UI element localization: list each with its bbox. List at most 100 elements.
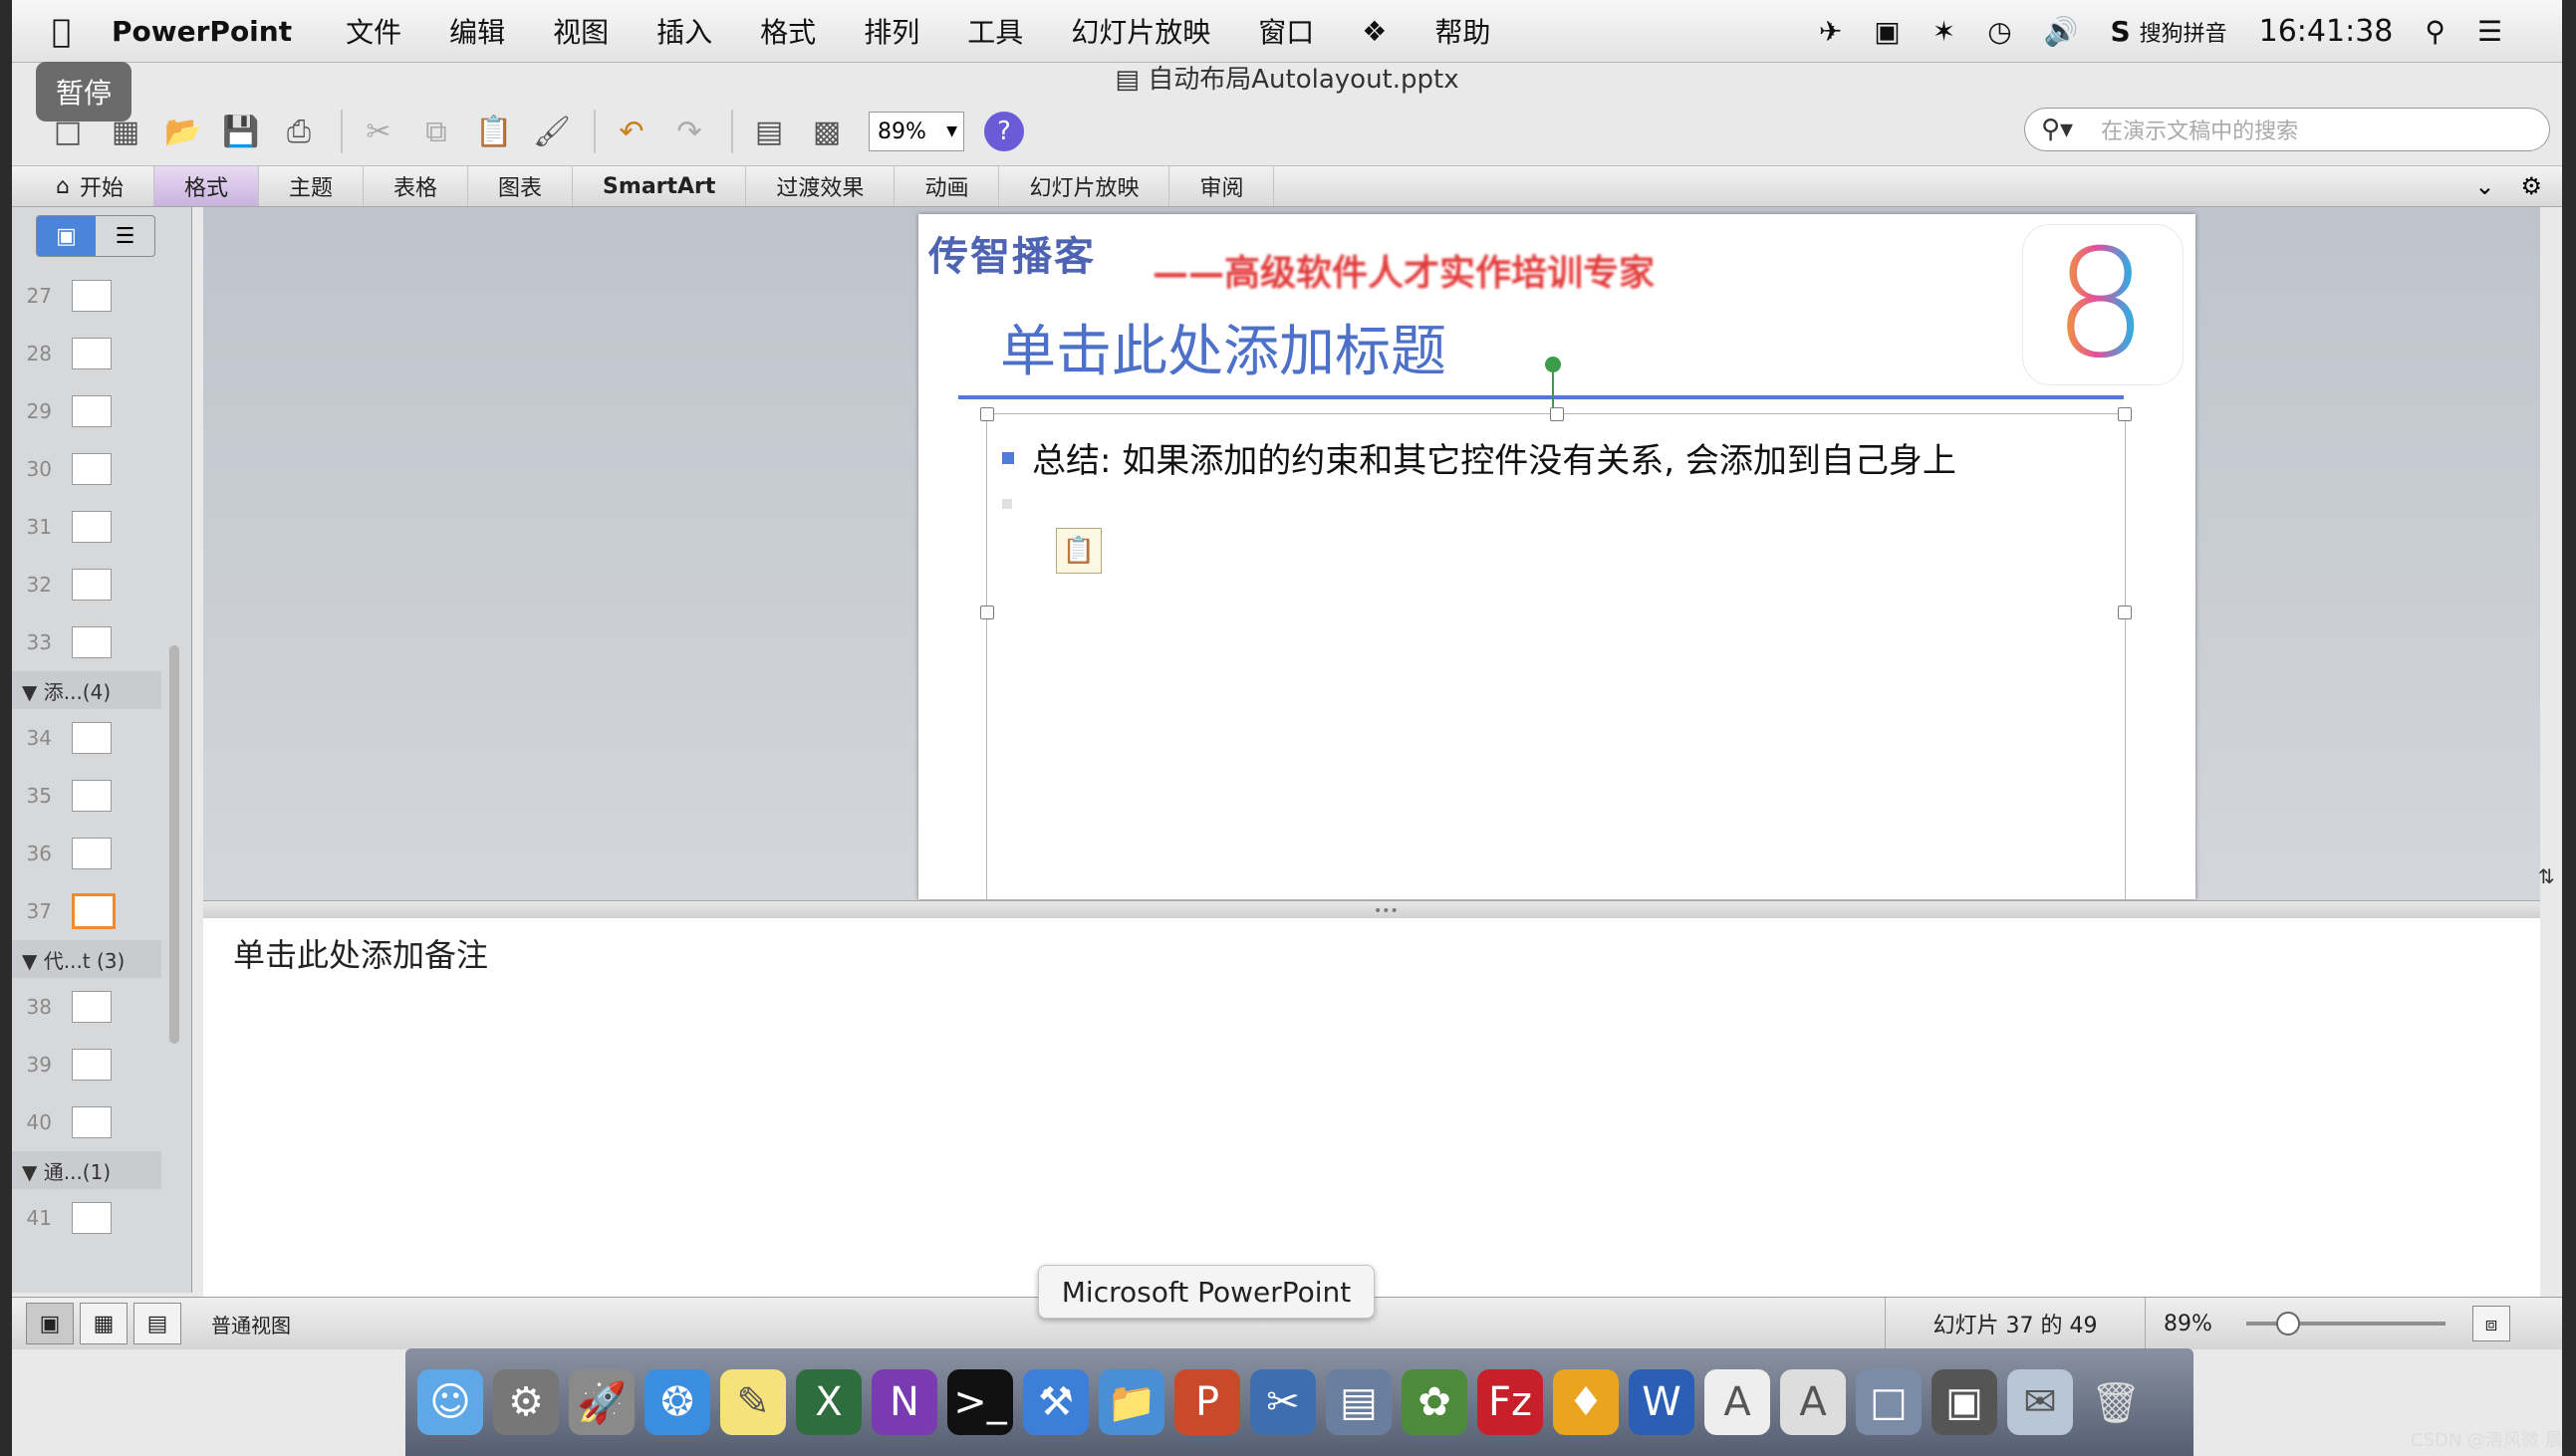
- collapse-ribbon-icon[interactable]: ⌄: [2474, 172, 2494, 200]
- tab-tables[interactable]: 表格: [364, 166, 469, 206]
- section-header[interactable]: ▼ 通...(1): [12, 1151, 161, 1189]
- slides-view-icon[interactable]: ▣: [37, 216, 96, 256]
- gallery-icon[interactable]: ▦: [100, 106, 151, 157]
- mail-icon[interactable]: ✉: [2007, 1369, 2073, 1435]
- slide-thumbnail[interactable]: [72, 780, 112, 812]
- terminal-icon[interactable]: >_: [947, 1369, 1013, 1435]
- spotlight-icon[interactable]: ⚲: [2425, 15, 2446, 48]
- screen-icon[interactable]: ▣: [1932, 1369, 1997, 1435]
- notes-pane[interactable]: 单击此处添加备注: [203, 918, 2540, 1297]
- slide-thumbnail-row[interactable]: 27: [12, 267, 161, 325]
- preview-icon[interactable]: □: [1856, 1369, 1922, 1435]
- open-icon[interactable]: 📂: [157, 106, 209, 157]
- slide-thumbnail-row[interactable]: 28: [12, 325, 161, 382]
- slide-thumbnail[interactable]: [72, 453, 112, 485]
- tab-smartart[interactable]: SmartArt: [573, 166, 747, 206]
- clock[interactable]: 16:41:38: [2259, 14, 2394, 49]
- scissors-app-icon[interactable]: ✂: [1250, 1369, 1316, 1435]
- menu-tools[interactable]: 工具: [967, 11, 1023, 51]
- menu-help[interactable]: 帮助: [1434, 11, 1490, 51]
- resize-handle-mr[interactable]: [2118, 606, 2132, 619]
- outline-view-icon[interactable]: ☰: [96, 216, 154, 256]
- bluetooth-icon[interactable]: ✶: [1932, 15, 1955, 48]
- menu-slideshow[interactable]: 幻灯片放映: [1071, 11, 1210, 51]
- gear-icon[interactable]: ⚙: [2520, 172, 2542, 200]
- menu-format[interactable]: 格式: [760, 11, 816, 51]
- slide-thumbnail[interactable]: [72, 991, 112, 1023]
- slide-thumbnail[interactable]: [72, 626, 112, 658]
- slide-thumbnail[interactable]: [72, 893, 116, 929]
- content-placeholder[interactable]: [980, 407, 2132, 913]
- notification-list-icon[interactable]: ☰: [2477, 15, 2502, 48]
- resize-handle-tr[interactable]: [2118, 407, 2132, 421]
- camera-icon[interactable]: ▣: [1874, 15, 1900, 48]
- slide-thumbnail[interactable]: [72, 722, 112, 754]
- slide-thumbnail[interactable]: [72, 280, 112, 312]
- volume-icon[interactable]: 🔊: [2044, 15, 2079, 48]
- tab-home[interactable]: ⌂ 开始: [12, 166, 154, 206]
- bullet-item[interactable]: 总结: 如果添加的约束和其它控件没有关系, 会添加到自己身上: [1002, 433, 1956, 482]
- slide-thumbnail-row[interactable]: 37: [12, 882, 161, 940]
- tab-themes[interactable]: 主题: [259, 166, 365, 206]
- search-field[interactable]: ⚲▾ 在演示文稿中的搜索: [2024, 108, 2550, 151]
- panel-scroll-thumb[interactable]: [169, 645, 179, 1044]
- trash-icon[interactable]: 🗑: [2083, 1369, 2149, 1435]
- sorter-view-icon[interactable]: ▦: [80, 1303, 128, 1344]
- slide-thumbnail-row[interactable]: 40: [12, 1093, 161, 1151]
- textedit-icon[interactable]: A: [1704, 1369, 1770, 1435]
- slide-sorter-icon[interactable]: ▤: [743, 106, 795, 157]
- finder-icon[interactable]: ☺: [417, 1369, 483, 1435]
- new-icon[interactable]: □: [42, 106, 94, 157]
- scroll-arrows-icon[interactable]: ⇅: [2538, 864, 2555, 888]
- slide-thumbnail-row[interactable]: 41: [12, 1189, 161, 1247]
- canvas-scrollbar[interactable]: ⇅: [2534, 207, 2560, 904]
- sketch-icon[interactable]: ♦: [1553, 1369, 1619, 1435]
- zoom-slider[interactable]: [2246, 1312, 2446, 1335]
- powerpoint-icon[interactable]: P: [1174, 1369, 1240, 1435]
- normal-view-icon[interactable]: ▣: [26, 1303, 74, 1344]
- copy-icon[interactable]: ⧉: [410, 106, 462, 157]
- system-preferences-icon[interactable]: ⚙: [493, 1369, 559, 1435]
- presenter-view-icon[interactable]: ▤: [133, 1303, 181, 1344]
- paste-options-icon[interactable]: 📋: [1056, 528, 1102, 574]
- slide-title-placeholder[interactable]: 单击此处添加标题: [1000, 307, 1446, 387]
- panel-scrollbar[interactable]: [163, 267, 183, 1283]
- slide-thumbnail-row[interactable]: 38: [12, 978, 161, 1036]
- tab-slideshow[interactable]: 幻灯片放映: [999, 166, 1170, 206]
- xcode-icon[interactable]: ⚒: [1023, 1369, 1089, 1435]
- launchpad-icon[interactable]: 🚀: [569, 1369, 635, 1435]
- slide-thumbnail[interactable]: [72, 511, 112, 543]
- slide-thumbnail-row[interactable]: 34: [12, 709, 161, 767]
- slide-thumbnail[interactable]: [72, 838, 112, 869]
- airplane-icon[interactable]: ✈: [1819, 15, 1842, 48]
- save-icon[interactable]: 💾: [215, 106, 267, 157]
- resize-handle-tl[interactable]: [980, 407, 994, 421]
- presentation-icon[interactable]: ▤: [1326, 1369, 1392, 1435]
- notes-splitter[interactable]: •••: [203, 900, 2540, 920]
- apple-icon[interactable]: : [52, 12, 102, 50]
- search-icon[interactable]: ⚲▾: [2041, 115, 2073, 144]
- help-icon[interactable]: ?: [984, 112, 1024, 151]
- slide-thumbnail-row[interactable]: 30: [12, 440, 161, 498]
- resize-handle-tc[interactable]: [1550, 407, 1564, 421]
- zoom-slider-knob[interactable]: [2276, 1312, 2300, 1335]
- word-icon[interactable]: W: [1629, 1369, 1694, 1435]
- format-painter-icon[interactable]: 🖌: [526, 106, 578, 157]
- redo-icon[interactable]: ↷: [663, 106, 715, 157]
- slide-thumbnail-row[interactable]: 29: [12, 382, 161, 440]
- folder-icon[interactable]: 📁: [1099, 1369, 1164, 1435]
- notes-icon[interactable]: ✎: [720, 1369, 786, 1435]
- notes-placeholder[interactable]: 单击此处添加备注: [233, 930, 488, 976]
- menu-view[interactable]: 视图: [553, 11, 609, 51]
- menu-arrange[interactable]: 排列: [864, 11, 919, 51]
- app-menu[interactable]: PowerPoint: [112, 15, 292, 48]
- xmind-icon[interactable]: X: [796, 1369, 862, 1435]
- slide-thumbnail[interactable]: [72, 395, 112, 427]
- cut-icon[interactable]: ✂: [353, 106, 404, 157]
- safari-icon[interactable]: ❂: [644, 1369, 710, 1435]
- slide-thumbnail[interactable]: [72, 569, 112, 601]
- onenote-icon[interactable]: N: [872, 1369, 937, 1435]
- undo-icon[interactable]: ↶: [606, 106, 657, 157]
- slide-thumbnail-row[interactable]: 39: [12, 1036, 161, 1093]
- media-browser-icon[interactable]: ▩: [801, 106, 853, 157]
